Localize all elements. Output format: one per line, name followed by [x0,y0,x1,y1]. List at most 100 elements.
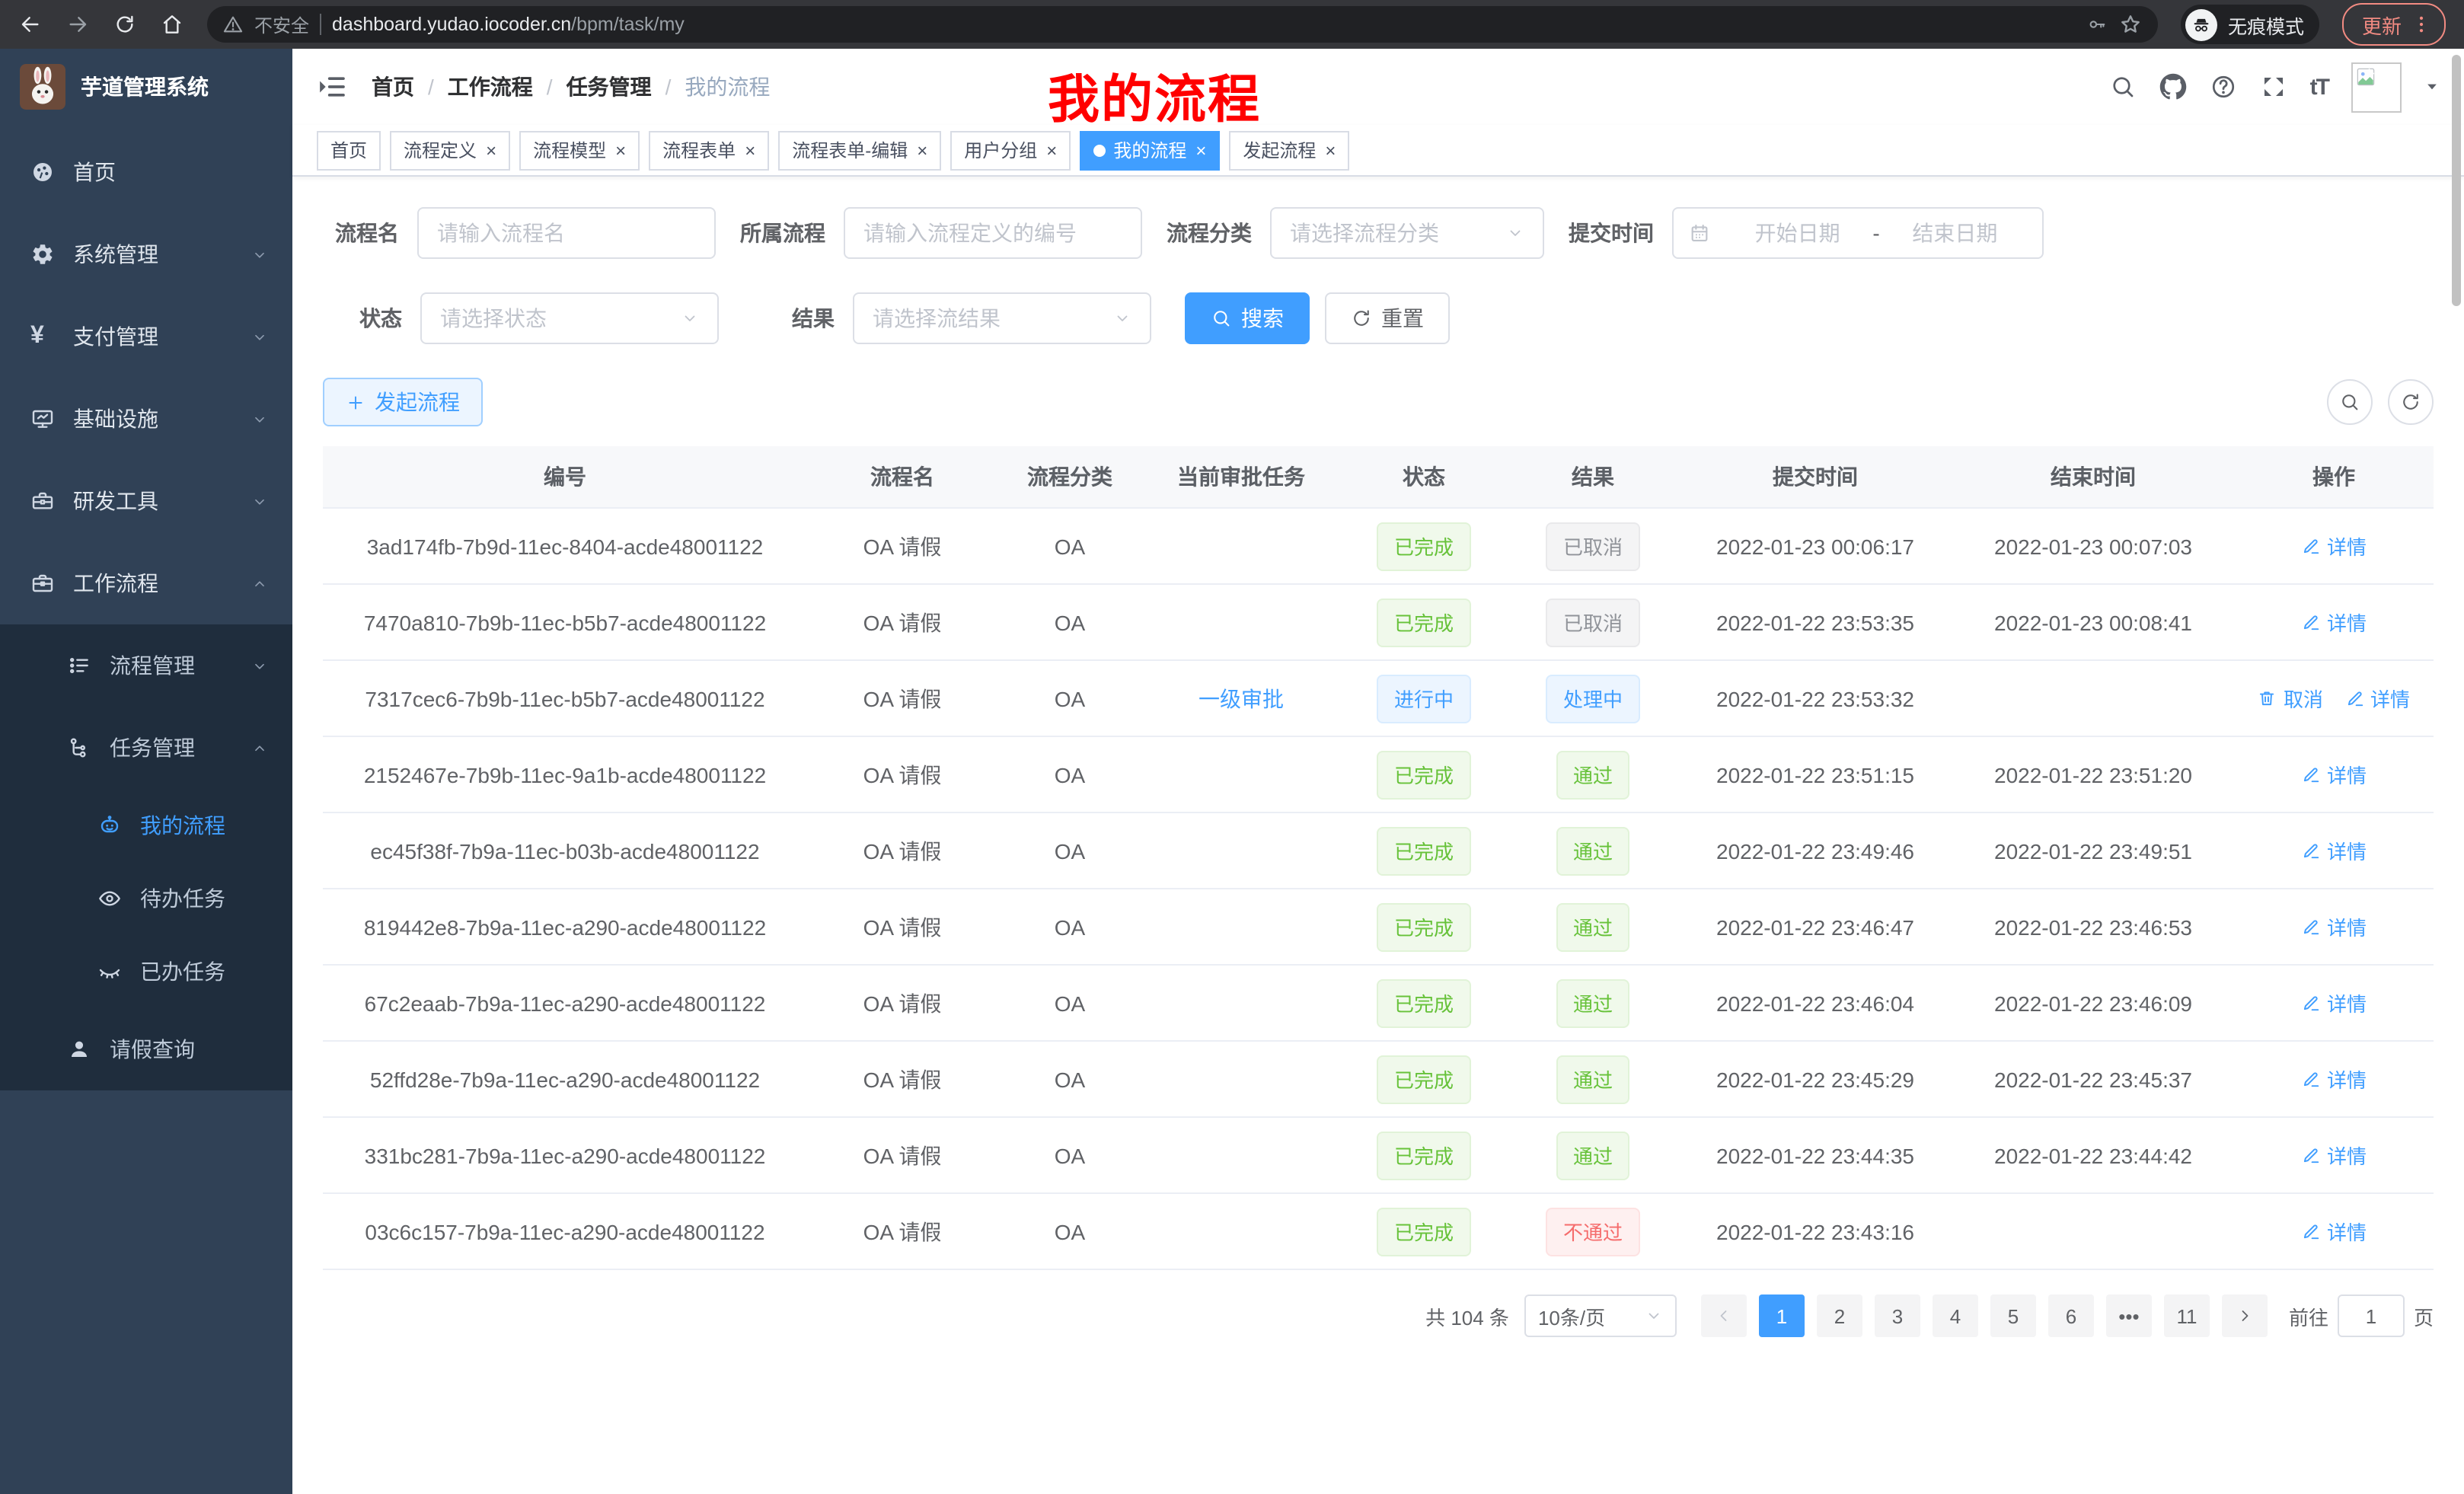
close-icon[interactable]: × [745,141,755,159]
fullscreen-icon[interactable] [2260,73,2287,101]
close-icon[interactable]: × [1325,141,1336,159]
star-icon[interactable] [2118,12,2143,37]
workflow-submenu: 流程管理任务管理我的流程待办任务已办任务请假查询 [0,624,292,1090]
detail-link[interactable]: 详情 [2301,1065,2367,1093]
forward-icon[interactable] [65,12,90,37]
sidebar-item-payment-management[interactable]: ¥支付管理 [0,295,292,378]
page-button-4[interactable]: 4 [1933,1294,1978,1337]
sidebar-item-my-process[interactable]: 我的流程 [0,789,292,862]
home-icon[interactable] [160,12,184,37]
sidebar-item-dev-tools[interactable]: 研发工具 [0,460,292,542]
close-icon[interactable]: × [917,141,927,159]
process-name-input[interactable] [417,207,716,259]
sidebar-item-leave-query[interactable]: 请假查询 [0,1008,292,1090]
table-header: 编号流程名流程分类当前审批任务状态结果提交时间结束时间操作 [323,446,2434,509]
font-size-icon[interactable]: tT [2310,74,2328,100]
detail-link[interactable]: 详情 [2301,988,2367,1017]
eye-icon [97,886,122,911]
browser-update-button[interactable]: 更新 [2342,3,2446,46]
detail-link[interactable]: 详情 [2301,836,2367,865]
process-name-label: 流程名 [323,218,417,248]
back-icon[interactable] [18,12,43,37]
search-button[interactable]: 搜索 [1185,292,1310,344]
detail-link[interactable]: 详情 [2301,608,2367,637]
tab-start-process[interactable]: 发起流程× [1229,130,1349,170]
cell-end-time: 2022-01-22 23:44:42 [1952,1118,2234,1192]
status-label: 状态 [323,303,420,334]
sidebar-item-todo-tasks[interactable]: 待办任务 [0,862,292,935]
pager-more-button[interactable]: ••• [2106,1294,2152,1337]
tab-home[interactable]: 首页 [317,130,381,170]
page-button-6[interactable]: 6 [2048,1294,2094,1337]
close-icon[interactable]: × [615,141,626,159]
submit-time-range[interactable]: 开始日期 - 结束日期 [1672,207,2044,259]
tab-process-model[interactable]: 流程模型× [519,130,640,170]
logo-row[interactable]: 芋道管理系统 [0,49,292,125]
detail-link[interactable]: 详情 [2301,1217,2367,1246]
status-select[interactable]: 请选择状态 [420,292,719,344]
task-link[interactable]: 一级审批 [1198,683,1284,713]
tab-process-form-edit[interactable]: 流程表单-编辑× [778,130,941,170]
page-size-select[interactable]: 10条/页 [1524,1294,1677,1337]
breadcrumb-item[interactable]: 首页 [372,72,414,102]
tab-user-group[interactable]: 用户分组× [950,130,1071,170]
start-process-button[interactable]: 发起流程 [323,378,483,426]
caret-down-icon[interactable] [2424,79,2440,94]
cancel-link[interactable]: 取消 [2258,684,2323,713]
sidebar-item-infrastructure[interactable]: 基础设施 [0,378,292,460]
result-select[interactable]: 请选择流结果 [853,292,1151,344]
page-jump-input[interactable] [2338,1294,2405,1337]
show-search-button[interactable] [2327,379,2373,425]
detail-link[interactable]: 详情 [2301,532,2367,560]
reset-button[interactable]: 重置 [1325,292,1450,344]
tab-process-definition[interactable]: 流程定义× [390,130,510,170]
key-icon[interactable] [2086,14,2108,35]
avatar[interactable] [2351,62,2402,112]
cell-process-name: OA 请假 [807,813,997,888]
cell-current-task [1142,585,1340,659]
page-button-1[interactable]: 1 [1759,1294,1805,1337]
sidebar-item-done-tasks[interactable]: 已办任务 [0,935,292,1008]
close-icon[interactable]: × [1195,141,1206,159]
sidebar-toggle-icon[interactable] [317,72,347,102]
cell-id: 7317cec6-7b9b-11ec-b5b7-acde48001122 [323,661,807,736]
page-button-5[interactable]: 5 [1990,1294,2036,1337]
cell-process-name: OA 请假 [807,966,997,1040]
page-button-2[interactable]: 2 [1817,1294,1862,1337]
parent-process-input[interactable] [844,207,1142,259]
tab-process-form[interactable]: 流程表单× [649,130,769,170]
github-icon[interactable] [2159,73,2187,101]
close-icon[interactable]: × [486,141,496,159]
cell-process-name: OA 请假 [807,737,997,812]
cell-submit-time: 2022-01-22 23:43:16 [1678,1194,1952,1269]
category-select[interactable]: 请选择流程分类 [1270,207,1544,259]
breadcrumb-item[interactable]: 工作流程 [448,72,533,102]
table-toolbar: 发起流程 [323,378,2434,426]
scrollbar[interactable] [2452,55,2461,306]
detail-link[interactable]: 详情 [2301,912,2367,941]
detail-link[interactable]: 详情 [2344,684,2410,713]
tab-my-process[interactable]: 我的流程× [1080,130,1220,170]
sidebar-item-process-management[interactable]: 流程管理 [0,624,292,707]
sidebar-item-system-management[interactable]: 系统管理 [0,213,292,295]
sidebar-item-task-management[interactable]: 任务管理 [0,707,292,789]
refresh-table-button[interactable] [2388,379,2434,425]
cell-end-time: 2022-01-22 23:45:37 [1952,1042,2234,1116]
cell-status: 进行中 [1340,661,1508,736]
next-page-button[interactable] [2222,1294,2268,1337]
app-title: 芋道管理系统 [81,72,209,102]
search-icon[interactable] [2109,73,2137,101]
detail-link[interactable]: 详情 [2301,1141,2367,1170]
address-bar[interactable]: 不安全 dashboard.yudao.iocoder.cn/bpm/task/… [207,6,2158,43]
reload-icon[interactable] [113,12,137,37]
help-icon[interactable] [2210,73,2237,101]
prev-page-button[interactable] [1701,1294,1747,1337]
page-button-11[interactable]: 11 [2164,1294,2210,1337]
detail-link[interactable]: 详情 [2301,760,2367,789]
page-button-3[interactable]: 3 [1875,1294,1920,1337]
cell-status: 已完成 [1340,1042,1508,1116]
breadcrumb-item[interactable]: 任务管理 [567,72,652,102]
close-icon[interactable]: × [1046,141,1057,159]
sidebar-item-home[interactable]: 首页 [0,131,292,213]
sidebar-item-workflow[interactable]: 工作流程 [0,542,292,624]
